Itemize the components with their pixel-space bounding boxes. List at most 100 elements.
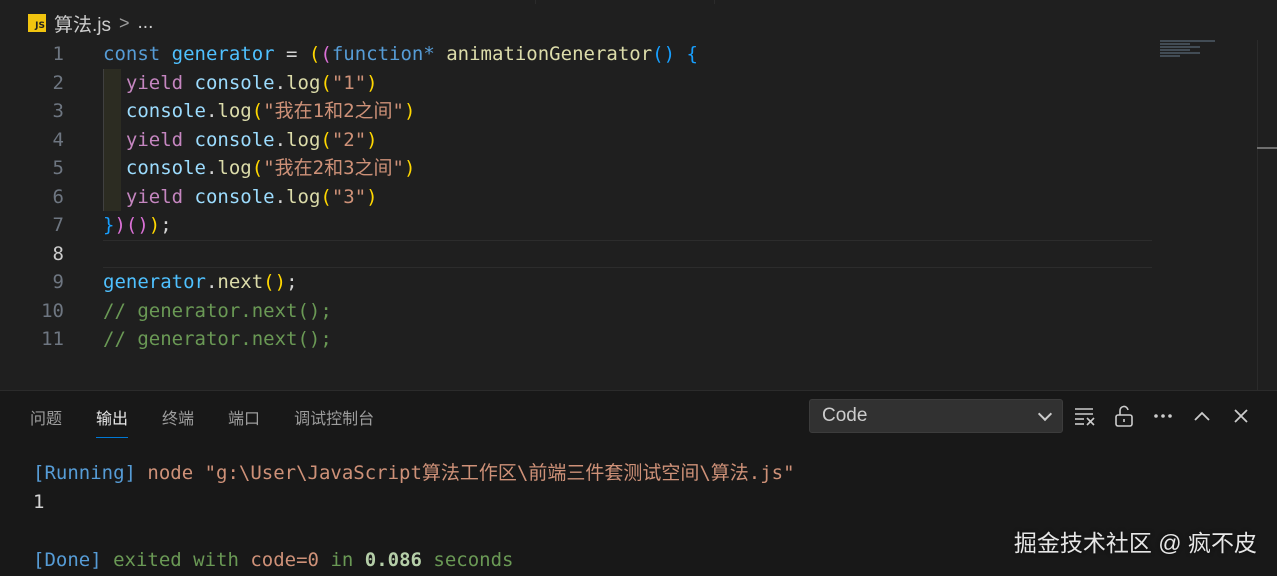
code-token: . bbox=[205, 157, 218, 179]
code-token: () bbox=[263, 271, 287, 293]
code-token: yield bbox=[125, 71, 195, 94]
minimap[interactable] bbox=[1160, 40, 1220, 62]
running-tag: [Running] bbox=[33, 462, 136, 484]
code-line[interactable]: 6 yield console.log("3") bbox=[0, 183, 1152, 212]
line-number: 3 bbox=[52, 100, 64, 122]
code-token: ) bbox=[403, 157, 416, 179]
panel-tab[interactable]: 终端 bbox=[162, 405, 194, 438]
line-number: 11 bbox=[41, 328, 64, 350]
code-token: ) bbox=[148, 214, 161, 236]
code-text: // generator.next(); bbox=[103, 297, 332, 326]
code-token: ) bbox=[366, 185, 378, 208]
code-text: yield console.log("1") bbox=[103, 69, 378, 98]
code-token: console bbox=[125, 157, 206, 179]
code-token: yield bbox=[125, 128, 195, 151]
code-token: ) bbox=[403, 100, 416, 122]
panel-tab[interactable]: 输出 bbox=[96, 405, 129, 438]
breadcrumb[interactable]: JS 算法.js > ... bbox=[28, 10, 153, 36]
code-editor[interactable]: 1 const generator = ((function* animation… bbox=[0, 40, 1152, 354]
overview-ruler[interactable] bbox=[1257, 40, 1277, 390]
line-number: 10 bbox=[41, 299, 64, 322]
panel-tab[interactable]: 问题 bbox=[30, 405, 62, 438]
code-text: console.log("我在1和2之间") bbox=[103, 97, 416, 126]
code-line[interactable]: 1 const generator = ((function* animation… bbox=[0, 40, 1152, 69]
line-number: 9 bbox=[52, 271, 64, 293]
code-token: yield bbox=[125, 185, 195, 208]
close-panel-icon[interactable] bbox=[1230, 403, 1252, 429]
code-text: })()); bbox=[103, 211, 172, 240]
code-line[interactable]: 8 bbox=[0, 239, 1152, 269]
output-result: 1 bbox=[33, 491, 45, 513]
code-token: () bbox=[125, 214, 149, 236]
code-token: log bbox=[286, 185, 321, 208]
code-token: } bbox=[103, 214, 115, 236]
breadcrumb-file[interactable]: 算法.js bbox=[54, 10, 111, 37]
breadcrumb-symbols[interactable]: ... bbox=[138, 12, 154, 34]
line-number: 4 bbox=[52, 128, 64, 151]
code-token: ( bbox=[308, 43, 321, 65]
code-line[interactable]: 11 // generator.next(); bbox=[0, 325, 1152, 354]
code-line[interactable]: 10 // generator.next(); bbox=[0, 297, 1152, 326]
code-token: log bbox=[286, 71, 321, 94]
code-text: yield console.log("3") bbox=[103, 183, 378, 212]
code-token: ) bbox=[366, 71, 378, 94]
code-token: log bbox=[217, 157, 252, 179]
output-done-line: [Done] exited with code=0 in 0.086 secon… bbox=[33, 546, 795, 575]
panel-tab[interactable]: 调试控制台 bbox=[294, 405, 374, 438]
code-text: yield console.log("2") bbox=[103, 126, 378, 155]
editor-area[interactable]: JS 算法.js > ... 1 const generator = ((func… bbox=[0, 0, 1277, 390]
running-command: node "g:\User\JavaScript算法工作区\前端三件套测试空间\… bbox=[135, 462, 795, 484]
code-line[interactable]: 2 yield console.log("1") bbox=[0, 69, 1152, 98]
code-token: . bbox=[205, 271, 218, 293]
done-text-in: in bbox=[319, 549, 365, 571]
output-blank-line bbox=[33, 517, 795, 546]
code-line[interactable]: 3 console.log("我在1和2之间") bbox=[0, 97, 1152, 126]
editor-tab-edge bbox=[535, 0, 715, 4]
output-log[interactable]: [Running] node "g:\User\JavaScript算法工作区\… bbox=[33, 459, 795, 575]
panel-actions bbox=[1074, 403, 1252, 429]
panel-tab[interactable]: 端口 bbox=[228, 405, 260, 438]
done-exit-code: code=0 bbox=[250, 549, 319, 571]
javascript-file-icon: JS bbox=[28, 14, 46, 32]
line-number: 6 bbox=[52, 185, 64, 208]
more-icon[interactable] bbox=[1152, 403, 1174, 429]
line-number: 1 bbox=[52, 43, 64, 65]
code-line[interactable]: 4 yield console.log("2") bbox=[0, 126, 1152, 155]
code-text: generator.next(); bbox=[103, 268, 298, 297]
code-token: // generator.next(); bbox=[103, 299, 332, 322]
code-line[interactable]: 9 generator.next(); bbox=[0, 268, 1152, 297]
code-token: const bbox=[103, 43, 172, 65]
maximize-panel-icon[interactable] bbox=[1191, 403, 1213, 429]
code-token: { bbox=[686, 43, 698, 65]
output-channel-select[interactable]: Code bbox=[809, 399, 1063, 433]
code-token: ( bbox=[251, 100, 264, 122]
code-token: console bbox=[194, 128, 275, 151]
code-token: "我在2和3之间" bbox=[263, 157, 404, 179]
code-token: generator bbox=[171, 43, 275, 65]
code-token: () bbox=[652, 43, 676, 65]
clear-output-icon[interactable] bbox=[1074, 403, 1096, 429]
code-token: . bbox=[274, 185, 287, 208]
code-token: "我在1和2之间" bbox=[263, 100, 404, 122]
code-line[interactable]: 5 console.log("我在2和3之间") bbox=[0, 154, 1152, 183]
done-text-seconds: seconds bbox=[421, 549, 514, 571]
code-token: ( bbox=[320, 71, 332, 94]
code-token: log bbox=[286, 128, 321, 151]
code-token: ( bbox=[320, 185, 332, 208]
code-text: const generator = ((function* animationG… bbox=[103, 40, 698, 69]
code-line[interactable]: 7})()); bbox=[0, 211, 1152, 240]
cursor-marker bbox=[1257, 147, 1277, 149]
code-token: "3" bbox=[331, 185, 367, 208]
code-token: ) bbox=[366, 128, 378, 151]
lock-icon[interactable] bbox=[1113, 403, 1135, 429]
output-result-line: 1 bbox=[33, 488, 795, 517]
line-number: 8 bbox=[52, 242, 64, 265]
code-token: ; bbox=[160, 214, 172, 236]
code-token: * bbox=[423, 43, 447, 65]
